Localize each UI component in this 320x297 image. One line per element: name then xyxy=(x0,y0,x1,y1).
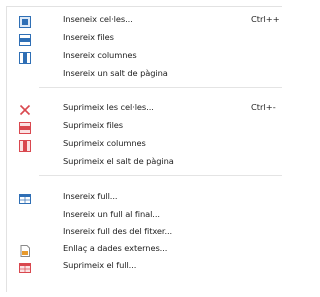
link-external-data-icon xyxy=(19,242,31,257)
menu-item-delete-rows[interactable]: Suprimeix files xyxy=(7,117,282,134)
menu-item-shortcut: Ctrl+- xyxy=(251,102,276,112)
insert-columns-icon xyxy=(19,49,31,64)
delete-cells-icon xyxy=(19,101,31,116)
menu-item-delete-page-break[interactable]: Suprimeix el salt de pàgina xyxy=(7,153,282,169)
menu-item-label: Suprimeix files xyxy=(63,120,124,130)
menu-item-label: Insereix full... xyxy=(63,191,118,201)
menu-item-insert-cells[interactable]: Inseneix cel·les... Ctrl++ xyxy=(7,11,282,28)
insert-sheet-icon xyxy=(19,190,31,204)
menu-item-insert-sheet-from-file[interactable]: Insereix full des del fitxer... xyxy=(7,223,282,239)
menu-item-label: Suprimeix les cel·les... xyxy=(63,102,154,112)
menu-item-label: Suprimeix el full... xyxy=(63,260,137,270)
menu-item-insert-page-break[interactable]: Insereix un salt de pàgina xyxy=(7,65,282,81)
menu-item-insert-sheet[interactable]: Insereix full... xyxy=(7,188,282,204)
menu-item-insert-rows[interactable]: Insereix files xyxy=(7,29,282,46)
menu-item-delete-cells[interactable]: Suprimeix les cel·les... Ctrl+- xyxy=(7,99,282,116)
menu-item-insert-sheet-at-end[interactable]: Insereix un full al final... xyxy=(7,206,282,222)
delete-rows-icon xyxy=(19,119,31,134)
menu-item-insert-columns[interactable]: Insereix columnes xyxy=(7,47,282,64)
menu-item-label: Insereix un full al final... xyxy=(63,209,160,219)
menu-item-delete-sheet[interactable]: Suprimeix el full... xyxy=(7,257,282,273)
menu-item-label: Insereix columnes xyxy=(63,50,137,60)
insert-rows-icon xyxy=(19,31,31,46)
menu-item-label: Enllaç a dades externes... xyxy=(63,243,168,253)
menu-item-label: Insereix files xyxy=(63,32,114,42)
menu-item-label: Insereix un salt de pàgina xyxy=(63,68,168,78)
menu-item-shortcut: Ctrl++ xyxy=(251,14,280,24)
context-menu: Inseneix cel·les... Ctrl++ Insereix file… xyxy=(6,6,282,292)
menu-separator xyxy=(39,87,282,88)
delete-columns-icon xyxy=(19,137,31,152)
insert-cells-icon xyxy=(19,13,31,28)
menu-separator xyxy=(39,175,282,176)
menu-item-label: Suprimeix columnes xyxy=(63,138,146,148)
menu-item-label: Inseneix cel·les... xyxy=(63,14,133,24)
delete-sheet-icon xyxy=(19,259,31,273)
menu-item-label: Insereix full des del fitxer... xyxy=(63,226,173,236)
menu-item-label: Suprimeix el salt de pàgina xyxy=(63,156,174,166)
menu-item-link-external-data[interactable]: Enllaç a dades externes... xyxy=(7,240,282,257)
menu-item-delete-columns[interactable]: Suprimeix columnes xyxy=(7,135,282,152)
